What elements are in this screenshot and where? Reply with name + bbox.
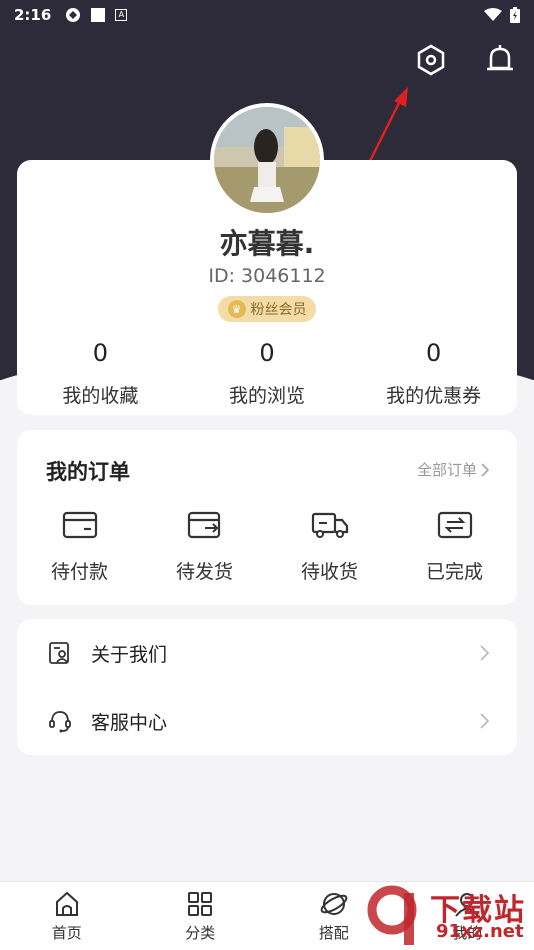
- sync-icon: [66, 8, 81, 22]
- headset-icon: [49, 711, 71, 733]
- chevron-right-icon: [480, 713, 489, 729]
- stat-browsing-value: 0: [259, 339, 275, 367]
- chevron-right-icon: [480, 645, 489, 661]
- stat-browsing[interactable]: 0 我的浏览: [184, 335, 351, 408]
- status-bar: 2:16 A: [0, 0, 534, 30]
- username: 亦暮暮.: [219, 227, 315, 260]
- stat-coupons[interactable]: 0 我的优惠券: [350, 335, 517, 408]
- order-pending-payment[interactable]: 待付款: [17, 505, 142, 584]
- planet-icon: [320, 893, 348, 915]
- stat-favorites[interactable]: 0 我的收藏: [17, 335, 184, 408]
- menu-about-us[interactable]: 关于我们: [17, 619, 517, 687]
- menu-card: 关于我们 客服中心: [17, 619, 517, 755]
- crown-icon: ♛: [227, 300, 246, 318]
- chevron-right-icon: [481, 462, 489, 477]
- bell-icon: [487, 45, 513, 71]
- stat-browsing-label: 我的浏览: [229, 385, 306, 407]
- tab-home-label: 首页: [51, 924, 82, 942]
- order-completed-label: 已完成: [425, 561, 483, 583]
- avatar-image: [214, 107, 320, 213]
- stat-coupons-value: 0: [426, 339, 442, 367]
- tab-outfit-label: 搭配: [318, 924, 349, 942]
- stat-coupons-label: 我的优惠券: [386, 385, 482, 407]
- order-pending-payment-label: 待付款: [50, 561, 108, 583]
- tab-category[interactable]: 分类: [134, 882, 268, 950]
- notification-square-icon: [91, 8, 106, 22]
- order-pending-receipt-label: 待收货: [300, 561, 358, 583]
- keyboard-a-icon: A: [115, 9, 128, 21]
- menu-about-us-label: 关于我们: [91, 643, 168, 666]
- about-icon: [49, 642, 69, 664]
- menu-customer-service[interactable]: 客服中心: [17, 687, 517, 755]
- watermark-logo: [367, 885, 417, 945]
- stat-favorites-value: 0: [92, 339, 108, 367]
- avatar[interactable]: [210, 103, 324, 217]
- order-pending-shipment[interactable]: 待发货: [142, 505, 267, 584]
- completed-icon: [437, 511, 472, 539]
- menu-customer-service-label: 客服中心: [91, 711, 168, 734]
- member-badge[interactable]: ♛ 粉丝会员: [218, 296, 316, 322]
- orders-title: 我的订单: [46, 460, 130, 484]
- orders-card: 我的订单 全部订单 待付款 待发货 待收货 已完成: [17, 430, 517, 605]
- settings-hexagon-icon: [417, 44, 445, 76]
- all-orders-link[interactable]: 全部订单: [417, 459, 489, 480]
- order-pending-receipt[interactable]: 待收货: [267, 505, 392, 584]
- stat-favorites-label: 我的收藏: [62, 385, 139, 407]
- profile-stats: 0 我的收藏 0 我的浏览 0 我的优惠券: [17, 335, 517, 408]
- order-pending-shipment-label: 待发货: [175, 561, 233, 583]
- wallet-icon: [62, 511, 97, 539]
- home-icon: [55, 891, 78, 916]
- wifi-icon: [484, 8, 502, 21]
- watermark-url: 91xz.net: [436, 921, 524, 942]
- order-completed[interactable]: 已完成: [392, 505, 517, 584]
- member-badge-label: 粉丝会员: [250, 302, 307, 318]
- notifications-button[interactable]: [480, 40, 520, 80]
- settings-button[interactable]: [411, 40, 451, 80]
- grid-icon: [188, 892, 213, 916]
- ship-out-icon: [187, 511, 220, 539]
- tab-home[interactable]: 首页: [0, 882, 134, 950]
- user-id: ID: 3046112: [208, 265, 326, 287]
- battery-icon: [510, 7, 520, 23]
- status-time: 2:16: [14, 6, 52, 24]
- watermark: 下载站 91xz.net: [362, 885, 534, 950]
- tab-category-label: 分类: [185, 924, 216, 942]
- truck-icon: [311, 512, 348, 538]
- all-orders-label: 全部订单: [416, 461, 477, 479]
